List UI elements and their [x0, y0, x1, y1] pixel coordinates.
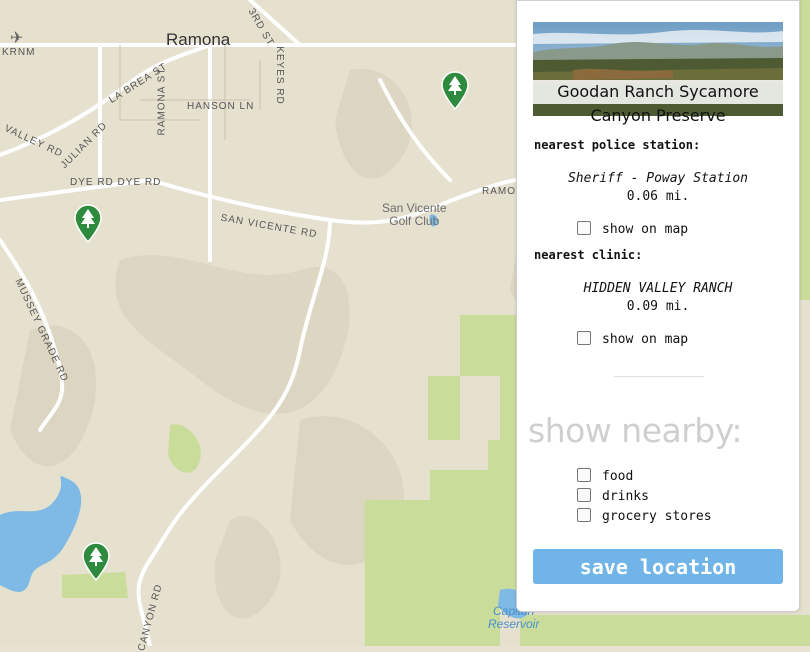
golf-club-label: San Vicente Golf Club [382, 201, 447, 228]
road-label-dye: DYE RD DYE RD [70, 177, 162, 188]
police-show-on-map[interactable]: show on map [577, 220, 689, 237]
police-distance: 0.06 mi. [626, 189, 690, 204]
clinic-show-checkbox[interactable] [577, 330, 591, 345]
place-title-line-2: Canyon Preserve [590, 106, 726, 125]
road-label-ramona-st: RAMONA ST [156, 67, 168, 136]
food-label: food [602, 469, 634, 484]
clinic-show-label: show on map [602, 332, 689, 347]
park-pin-1[interactable] [440, 70, 470, 110]
grocery-label: grocery stores [602, 509, 712, 524]
place-photo: Goodan Ranch Sycamore [533, 22, 783, 116]
nearby-option-drinks[interactable]: drinks [577, 487, 649, 504]
save-location-button[interactable]: save location [533, 549, 783, 584]
show-nearby-title: show nearby: [528, 411, 742, 450]
park-pin-3[interactable] [81, 541, 111, 581]
clinic-distance: 0.09 mi. [626, 299, 690, 314]
drinks-label: drinks [602, 489, 649, 504]
location-info-panel: Goodan Ranch Sycamore Canyon Preserve ne… [516, 0, 800, 612]
police-show-checkbox[interactable] [577, 220, 591, 235]
clinic-heading: nearest clinic: [534, 248, 643, 262]
police-heading: nearest police station: [534, 138, 701, 152]
road-label-hanson: HANSON LN [187, 101, 255, 112]
place-title-line-1: Goodan Ranch Sycamore [533, 80, 783, 104]
section-divider [614, 376, 704, 377]
clinic-name: HIDDEN VALLEY RANCH [583, 281, 733, 296]
grocery-checkbox[interactable] [577, 507, 591, 522]
nearby-option-food[interactable]: food [577, 467, 634, 484]
airport-label: KRNM [2, 47, 36, 58]
park-pin-2[interactable] [73, 203, 103, 243]
food-checkbox[interactable] [577, 467, 591, 482]
nearby-option-grocery[interactable]: grocery stores [577, 507, 712, 524]
clinic-show-on-map[interactable]: show on map [577, 330, 689, 347]
drinks-checkbox[interactable] [577, 487, 591, 502]
airport-icon: ✈ [10, 30, 24, 47]
police-show-label: show on map [602, 222, 689, 237]
road-label-keyes: KEYES RD [273, 46, 285, 105]
police-station-name: Sheriff - Poway Station [567, 171, 748, 186]
city-label: Ramona [166, 30, 231, 49]
